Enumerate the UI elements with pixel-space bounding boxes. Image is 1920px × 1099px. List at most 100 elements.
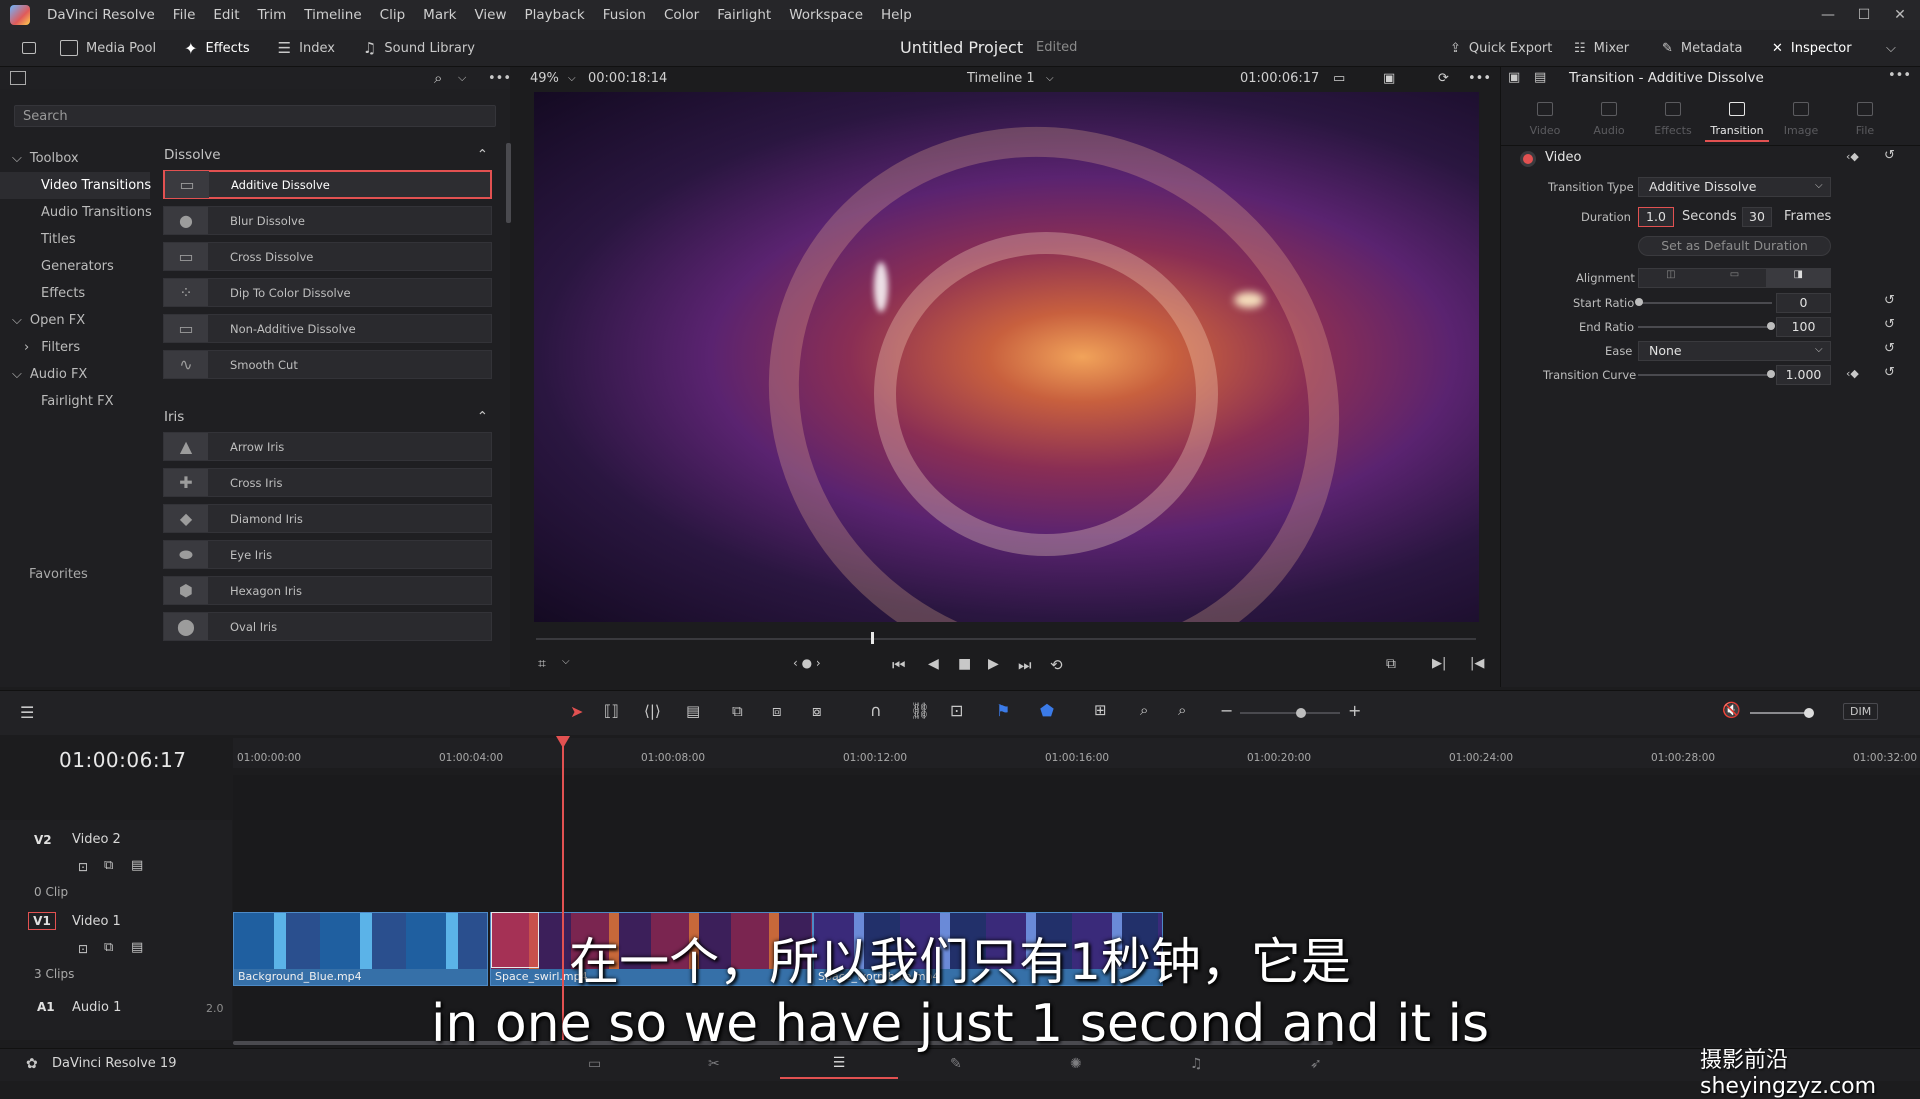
chevron-down-icon[interactable]: ⌵ [1815,180,1823,191]
effect-arrow-iris[interactable]: ▲ Arrow Iris [163,432,492,461]
cut-page-icon[interactable]: ✂ [708,1056,720,1072]
reset-icon[interactable]: ↺ [1884,293,1895,308]
flag-icon[interactable]: ⚑ [996,701,1010,720]
tab-effects[interactable]: Effects [1641,96,1705,142]
menu-timeline[interactable]: Timeline [295,7,370,23]
transition-curve-slider[interactable] [1638,374,1772,376]
effect-additive-dissolve[interactable]: ▭ Additive Dissolve [163,170,492,199]
expand-icon[interactable]: ⌵ [1872,30,1910,66]
effect-dip-to-color-dissolve[interactable]: ⁘ Dip To Color Dissolve [163,278,492,307]
viewer-options-icon[interactable]: ▭ [1333,71,1345,86]
end-ratio-input[interactable]: 100 [1776,317,1831,337]
timeline-zoom-slider[interactable] [1240,712,1340,714]
selection-tool-icon[interactable]: ➤ [570,702,583,721]
fusion-page-icon[interactable]: ✎ [950,1056,962,1072]
video-enable-toggle[interactable] [1520,151,1536,167]
effect-smooth-cut[interactable]: ∿ Smooth Cut [163,350,492,379]
prev-edit-icon[interactable]: |◀ [1470,656,1484,671]
tab-audio[interactable]: Audio [1577,96,1641,142]
play-icon[interactable]: ▶ [988,656,999,672]
media-pool-button[interactable]: Media Pool [46,30,170,66]
tree-generators[interactable]: Generators [0,253,150,280]
chevron-down-icon[interactable]: ⌵ [458,71,466,85]
jog-control-icon[interactable]: ‹ ● › [793,656,821,670]
chevron-down-icon[interactable]: ⌵ [1815,344,1823,355]
menu-file[interactable]: File [164,7,205,23]
index-button[interactable]: ☰ Index [264,30,349,66]
auto-select-icon[interactable]: ⧉ [104,858,113,873]
duration-frames-input[interactable]: 30 [1742,207,1772,227]
effect-cross-dissolve[interactable]: ▭ Cross Dissolve [163,242,492,271]
trim-tool-icon[interactable]: ⟦⟧ [604,702,619,720]
start-ratio-slider[interactable] [1638,302,1772,304]
lock-icon[interactable]: ⊡ [950,701,963,720]
media-page-icon[interactable]: ▭ [588,1056,601,1072]
tree-video-transitions[interactable]: Video Transitions [0,172,151,199]
transition-curve-knob[interactable] [1767,370,1775,378]
track-id-v2[interactable]: V2 [34,833,52,847]
menu-edit[interactable]: Edit [204,7,248,23]
snapping-icon[interactable]: ∩ [870,701,882,720]
effect-diamond-iris[interactable]: ◆ Diamond Iris [163,504,492,533]
crop-icon[interactable]: ⌗ [538,656,546,672]
transition-curve-input[interactable]: 1.000 [1776,365,1831,385]
next-edit-icon[interactable]: ▶| [1432,656,1446,671]
go-to-start-icon[interactable]: ⏮ [892,656,906,674]
align-end-icon[interactable]: ◫ [1639,269,1703,287]
inspector-split-icon[interactable]: ▤ [1534,70,1546,85]
dynamic-trim-icon[interactable]: ⟨|⟩ [644,702,661,720]
reverse-play-icon[interactable]: ◀ [928,656,939,672]
tree-open-fx[interactable]: ⌵ Open FX [0,307,150,334]
viewer-scrub-bar[interactable] [536,638,1476,640]
close-icon[interactable]: ✕ [1880,0,1920,30]
effect-hexagon-iris[interactable]: ⬢ Hexagon Iris [163,576,492,605]
menu-help[interactable]: Help [872,7,921,23]
inspector-button[interactable]: ✕ Inspector [1758,30,1866,66]
zoom-level[interactable]: 49% [530,71,559,86]
menu-mark[interactable]: Mark [414,7,465,23]
group-header-iris[interactable]: Iris ⌃ [152,402,498,432]
reset-icon[interactable]: ↺ [1884,365,1895,380]
marker-icon[interactable]: ⬟ [1040,701,1054,720]
group-header-dissolve[interactable]: Dissolve ⌃ [152,140,498,170]
more-options-icon[interactable]: ••• [1888,68,1911,83]
favorites-label[interactable]: Favorites [29,567,88,582]
blade-tool-icon[interactable]: ▤ [686,702,700,720]
dim-button[interactable]: DIM [1843,703,1879,720]
tree-toolbox[interactable]: ⌵ Toolbox [0,145,150,172]
effects-scrollbar[interactable] [506,143,511,223]
volume-slider[interactable] [1750,712,1810,714]
volume-knob[interactable] [1804,708,1814,718]
quick-export-button[interactable]: ⇪ Quick Export [1436,30,1566,66]
tree-audio-fx[interactable]: ⌵ Audio FX [0,361,150,388]
reset-icon[interactable]: ↺ [1884,341,1895,356]
zoom-out-icon[interactable]: − [1220,701,1233,720]
sound-library-button[interactable]: ♫ Sound Library [349,30,489,66]
effect-non-additive-dissolve[interactable]: ▭ Non-Additive Dissolve [163,314,492,343]
zoom-knob[interactable] [1296,708,1306,718]
replace-clip-icon[interactable]: ⧇ [812,702,822,720]
tab-transition[interactable]: Transition [1705,96,1769,142]
reset-icon[interactable]: ↺ [1884,148,1895,163]
overwrite-clip-icon[interactable]: ⧈ [772,702,782,720]
track-name-v2[interactable]: Video 2 [72,832,121,847]
maximize-icon[interactable]: ☐ [1844,0,1884,30]
video-viewer[interactable] [534,92,1479,622]
menu-fusion[interactable]: Fusion [594,7,655,23]
menu-workspace[interactable]: Workspace [780,7,872,23]
reset-icon[interactable]: ↺ [1884,317,1895,332]
tab-image[interactable]: Image [1769,96,1833,142]
chevron-down-icon[interactable]: ⌵ [562,656,570,667]
timeline-selector[interactable]: Timeline 1 [967,71,1035,86]
ease-select[interactable]: None [1638,341,1831,361]
mixer-button[interactable]: ☷ Mixer [1560,30,1643,66]
metadata-button[interactable]: ✎ Metadata [1648,30,1756,66]
link-icon[interactable]: ⛓ [910,701,930,720]
align-start-icon[interactable]: ◨ [1766,269,1831,287]
start-ratio-input[interactable]: 0 [1776,293,1831,313]
tab-video[interactable]: Video [1513,96,1577,142]
effect-cross-iris[interactable]: ✚ Cross Iris [163,468,492,497]
inspector-view-icon[interactable]: ▣ [1508,70,1520,85]
zoom-detail-icon[interactable]: ⌕ [1140,701,1148,719]
menu-clip[interactable]: Clip [371,7,415,23]
